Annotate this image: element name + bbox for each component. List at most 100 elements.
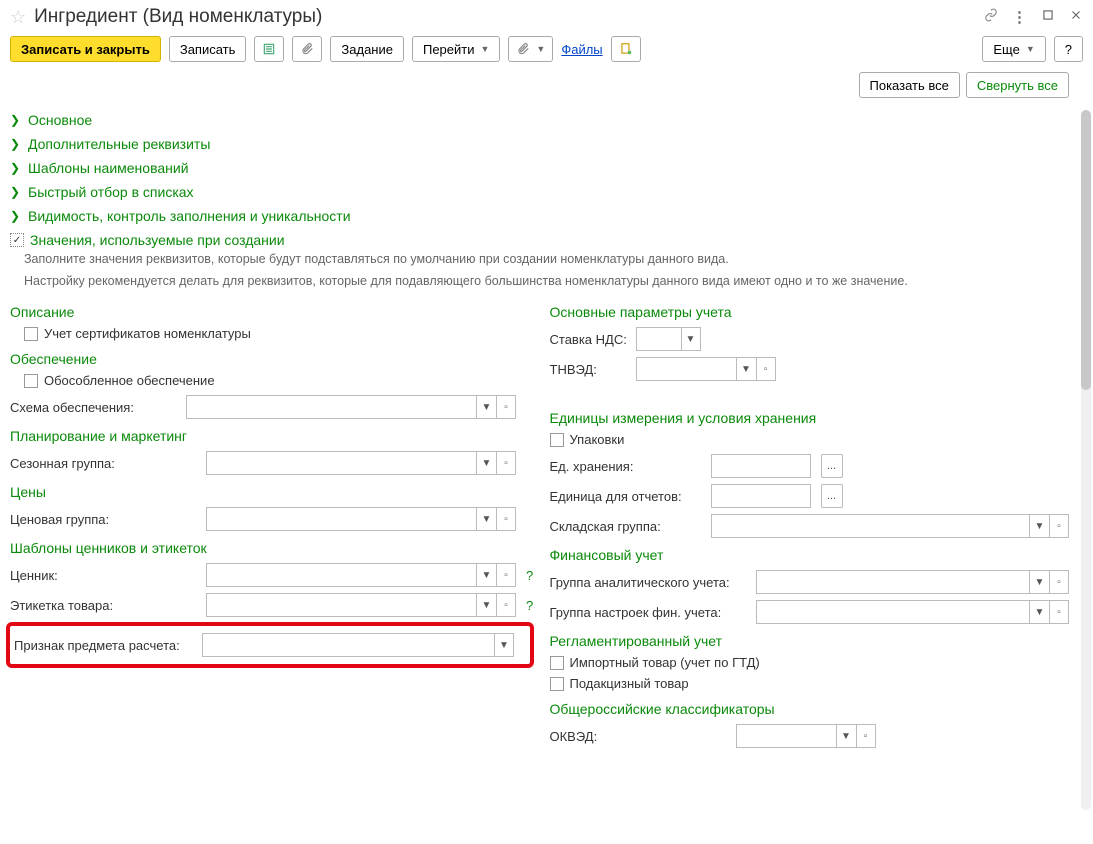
close-icon[interactable]: [1069, 8, 1083, 26]
dropdown-button[interactable]: ▼: [736, 357, 756, 381]
section-additional-label: Дополнительные реквизиты: [28, 136, 210, 152]
ellipsis-button[interactable]: ...: [821, 454, 843, 478]
open-button[interactable]: ▫: [496, 451, 516, 475]
hint-line-1: Заполните значения реквизитов, которые б…: [10, 250, 1069, 272]
hint-line-2: Настройку рекомендуется делать для рекви…: [10, 272, 1069, 294]
storage-unit-input[interactable]: [711, 454, 811, 478]
chevron-right-icon: ❯: [10, 209, 22, 223]
season-group-input[interactable]: [206, 451, 476, 475]
dropdown-button[interactable]: ▼: [681, 327, 701, 351]
group-prices: Цены: [10, 478, 530, 504]
dropdown-button[interactable]: ▼: [494, 633, 514, 657]
analytic-group-input[interactable]: [756, 570, 1030, 594]
more-button[interactable]: Еще▼: [982, 36, 1045, 62]
chevron-down-icon: ▼: [481, 44, 490, 54]
dropdown-button[interactable]: ▼: [476, 593, 496, 617]
dropdown-button[interactable]: ▼: [1029, 600, 1049, 624]
vat-label: Ставка НДС:: [550, 332, 630, 347]
excise-checkbox[interactable]: [550, 677, 564, 691]
highlighted-calc-subject-row: Признак предмета расчета: ▼: [6, 622, 534, 668]
chevron-right-icon: ❯: [10, 161, 22, 175]
attachment-dropdown-button[interactable]: ▼: [508, 36, 553, 62]
open-button[interactable]: ▫: [1049, 570, 1069, 594]
help-icon[interactable]: ?: [526, 598, 533, 613]
ellipsis-button[interactable]: ...: [821, 484, 843, 508]
task-label: Задание: [341, 42, 393, 57]
dropdown-button[interactable]: ▼: [476, 451, 496, 475]
separate-supply-checkbox[interactable]: [24, 374, 38, 388]
favorite-star-icon[interactable]: ☆: [10, 8, 26, 26]
vat-input[interactable]: [636, 327, 681, 351]
chevron-down-icon: ▼: [536, 44, 545, 54]
open-button[interactable]: ▫: [496, 395, 516, 419]
price-group-label: Ценовая группа:: [10, 512, 200, 527]
import-checkbox[interactable]: [550, 656, 564, 670]
calc-subject-input[interactable]: [202, 633, 494, 657]
window-title: Ингредиент (Вид номенклатуры): [34, 6, 976, 28]
okved-input[interactable]: [736, 724, 836, 748]
fin-settings-group-input[interactable]: [756, 600, 1030, 624]
certificate-checkbox[interactable]: [24, 327, 38, 341]
open-button[interactable]: ▫: [496, 507, 516, 531]
open-button[interactable]: ▫: [856, 724, 876, 748]
report-unit-label: Единица для отчетов:: [550, 489, 705, 504]
warehouse-group-input[interactable]: [711, 514, 1030, 538]
show-all-button[interactable]: Показать все: [859, 72, 960, 98]
supply-scheme-input[interactable]: [186, 395, 476, 419]
list-icon-button[interactable]: [254, 36, 284, 62]
open-button[interactable]: ▫: [1049, 514, 1069, 538]
report-icon-button[interactable]: [611, 36, 641, 62]
dropdown-button[interactable]: ▼: [1029, 514, 1049, 538]
group-labels: Шаблоны ценников и этикеток: [10, 534, 530, 560]
dropdown-button[interactable]: ▼: [1029, 570, 1049, 594]
attachment-icon-button[interactable]: [292, 36, 322, 62]
goto-button[interactable]: Перейти▼: [412, 36, 500, 62]
task-button[interactable]: Задание: [330, 36, 404, 62]
save-and-close-button[interactable]: Записать и закрыть: [10, 36, 161, 62]
group-financial: Финансовый учет: [550, 541, 1070, 567]
files-link[interactable]: Файлы: [561, 42, 602, 57]
group-classifiers: Общероссийские классификаторы: [550, 695, 1070, 721]
maximize-icon[interactable]: [1041, 8, 1055, 26]
chevron-right-icon: ❯: [10, 113, 22, 127]
dropdown-button[interactable]: ▼: [476, 563, 496, 587]
open-button[interactable]: ▫: [496, 563, 516, 587]
packaging-checkbox[interactable]: [550, 433, 564, 447]
section-quick-filter[interactable]: ❯Быстрый отбор в списках: [10, 180, 1069, 204]
vertical-scrollbar[interactable]: [1081, 110, 1091, 810]
report-unit-input[interactable]: [711, 484, 811, 508]
help-icon[interactable]: ?: [526, 568, 533, 583]
section-defaults-label: Значения, используемые при создании: [30, 232, 285, 248]
link-icon[interactable]: [984, 8, 998, 26]
section-main[interactable]: ❯Основное: [10, 108, 1069, 132]
supply-scheme-label: Схема обеспечения:: [10, 400, 180, 415]
packaging-label: Упаковки: [570, 432, 625, 447]
price-group-input[interactable]: [206, 507, 476, 531]
calc-subject-label: Признак предмета расчета:: [14, 638, 196, 653]
product-label-input[interactable]: [206, 593, 476, 617]
section-name-templates[interactable]: ❯Шаблоны наименований: [10, 156, 1069, 180]
price-tag-input[interactable]: [206, 563, 476, 587]
section-additional[interactable]: ❯Дополнительные реквизиты: [10, 132, 1069, 156]
open-button[interactable]: ▫: [756, 357, 776, 381]
separate-supply-label: Обособленное обеспечение: [44, 373, 215, 388]
section-defaults[interactable]: ✓ Значения, используемые при создании: [10, 228, 1069, 250]
open-button[interactable]: ▫: [1049, 600, 1069, 624]
help-button[interactable]: ?: [1054, 36, 1083, 62]
section-visibility[interactable]: ❯Видимость, контроль заполнения и уникал…: [10, 204, 1069, 228]
section-expand-checkbox[interactable]: ✓: [10, 233, 24, 247]
kebab-menu-icon[interactable]: ⋮: [1012, 8, 1027, 26]
collapse-all-button[interactable]: Свернуть все: [966, 72, 1069, 98]
tnved-label: ТНВЭД:: [550, 362, 630, 377]
dropdown-button[interactable]: ▼: [476, 507, 496, 531]
fin-settings-group-label: Группа настроек фин. учета:: [550, 605, 750, 620]
group-accounting: Основные параметры учета: [550, 298, 1070, 324]
group-planning: Планирование и маркетинг: [10, 422, 530, 448]
dropdown-button[interactable]: ▼: [476, 395, 496, 419]
save-button[interactable]: Записать: [169, 36, 247, 62]
scrollbar-thumb[interactable]: [1081, 110, 1091, 390]
group-regulated: Регламентированный учет: [550, 627, 1070, 653]
open-button[interactable]: ▫: [496, 593, 516, 617]
dropdown-button[interactable]: ▼: [836, 724, 856, 748]
tnved-input[interactable]: [636, 357, 736, 381]
